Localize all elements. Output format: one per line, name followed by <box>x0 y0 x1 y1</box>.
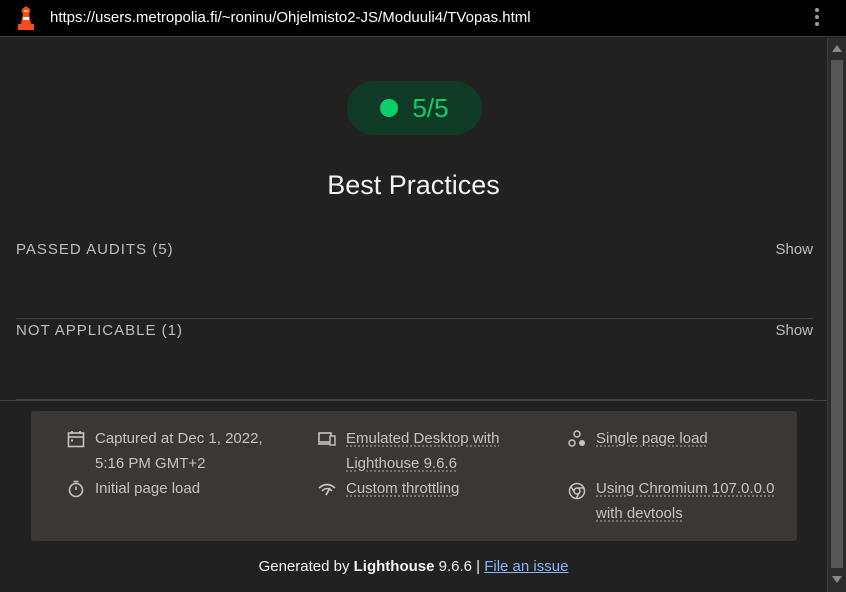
initial-load-text: Initial page load <box>95 480 201 497</box>
more-options-icon[interactable] <box>810 6 824 30</box>
category-title: Best Practices <box>327 170 500 200</box>
browser-topbar: https://users.metropolia.fi/~roninu/Ohje… <box>0 0 846 37</box>
captured-line-1: Captured at Dec 1, 2022, <box>95 430 263 447</box>
emulated-line-2[interactable]: Lighthouse 9.6.6 <box>346 451 536 476</box>
lighthouse-logo-icon <box>18 6 34 30</box>
group-label: NOT APPLICABLE (1) <box>16 322 183 339</box>
show-button[interactable]: Show <box>775 237 813 263</box>
report-main: 5/5 Best Practices PASSED AUDITS (5) Sho… <box>0 38 827 592</box>
network-throttle-icon <box>318 483 336 496</box>
not-applicable-group[interactable]: NOT APPLICABLE (1) Show <box>16 318 813 400</box>
chrome-icon <box>568 482 586 500</box>
product-name: Lighthouse <box>353 558 435 575</box>
file-issue-link[interactable]: File an issue <box>484 558 568 575</box>
passed-audits-group[interactable]: PASSED AUDITS (5) Show <box>16 237 813 319</box>
group-label: PASSED AUDITS (5) <box>16 241 174 258</box>
score-value: 5/5 <box>412 92 449 123</box>
scroll-up-icon[interactable] <box>832 45 842 52</box>
chromium-line-1[interactable]: Using Chromium 107.0.0.0 <box>596 476 786 501</box>
version-text: 9.6.6 | <box>434 558 485 575</box>
environment-info-panel: Captured at Dec 1, 2022, 5:16 PM GMT+2 I… <box>31 411 797 541</box>
vertical-scrollbar[interactable] <box>827 38 846 592</box>
section-divider <box>0 400 827 401</box>
single-load-text[interactable]: Single page load <box>596 426 766 451</box>
generated-by-text: Generated by <box>258 558 354 575</box>
emulated-line-1[interactable]: Emulated Desktop with <box>346 426 536 451</box>
nodes-icon <box>568 430 585 447</box>
calendar-icon <box>67 431 85 448</box>
pass-indicator-icon <box>380 99 399 117</box>
devices-icon <box>318 432 336 446</box>
scroll-down-icon[interactable] <box>832 576 842 583</box>
throttling-text[interactable]: Custom throttling <box>346 476 536 501</box>
score-badge: 5/5 <box>347 81 482 135</box>
report-footer: Generated by Lighthouse 9.6.6 | File an … <box>0 558 827 575</box>
scrollbar-thumb[interactable] <box>831 60 843 568</box>
show-button[interactable]: Show <box>775 318 813 344</box>
captured-line-2: 5:16 PM GMT+2 <box>95 455 206 472</box>
chromium-line-2[interactable]: with devtools <box>596 501 786 526</box>
page-url[interactable]: https://users.metropolia.fi/~roninu/Ohje… <box>50 9 531 26</box>
stopwatch-icon <box>68 480 84 498</box>
